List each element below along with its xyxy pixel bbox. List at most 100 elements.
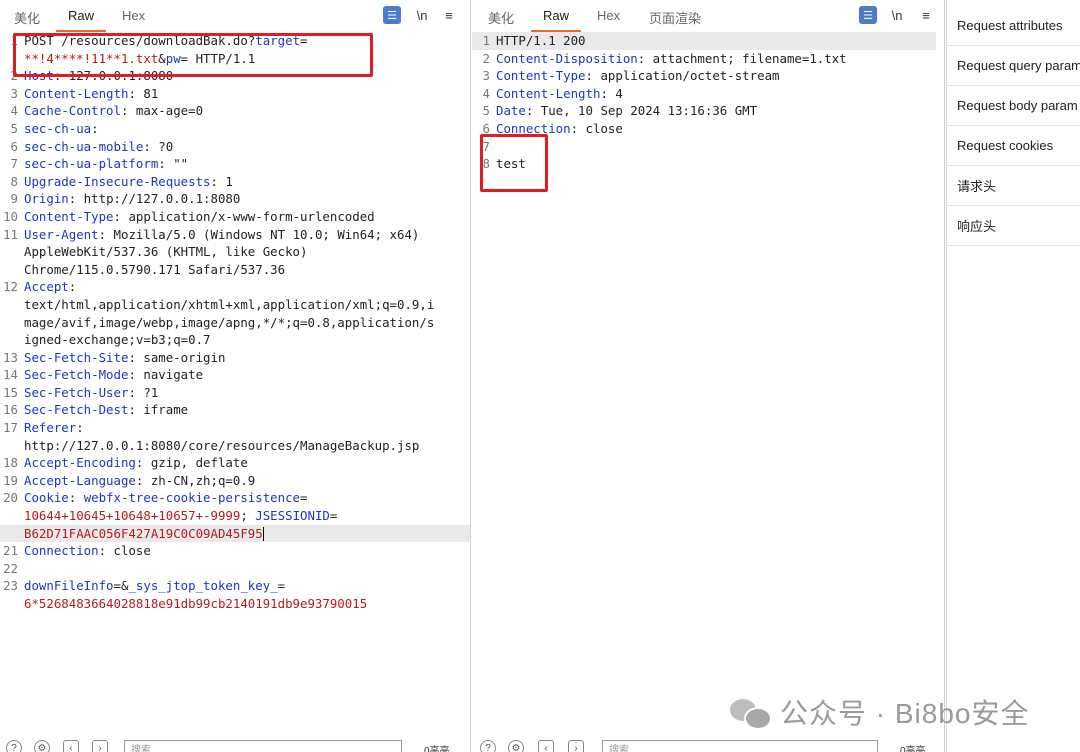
line-number: 3 [10,85,18,101]
token-name: Upgrade-Insecure-Requests [24,173,211,189]
code-line: 8 Upgrade-Insecure-Requests: 1 [0,173,470,191]
token-text: : Mozilla/5.0 (Windows NT 10.0; Win64; x… [98,226,420,242]
request-editor[interactable]: 1 POST /resources/downloadBak.do?target= *… [0,32,470,613]
code-line: 5 sec-ch-ua: [0,120,470,138]
request-tab-raw[interactable]: Raw [55,8,107,32]
inspector-request-body-params[interactable]: Request body param [947,86,1080,126]
line-number: 5 [482,103,490,119]
code-line: 15 Sec-Fetch-User: ?1 [0,384,470,402]
token-text: : application/x-www-form-urlencoded [113,208,375,224]
token-text: = [277,578,286,594]
help-icon[interactable]: ? [480,740,496,752]
line-number: 18 [3,455,18,471]
request-menu-icon[interactable]: ≡ [441,6,457,24]
line-number: 17 [3,420,18,436]
code-line: AppleWebKit/537.36 (KHTML, like Gecko) [0,243,470,261]
token-name: Referer [24,420,77,436]
code-line: 6*5268483664028818e91db99cb2140191db9e93… [0,595,470,613]
request-search-bar: ? ⚙ ‹ › 搜索 0高亮 [0,736,470,752]
response-tab-pretty[interactable]: 美化 [488,8,514,27]
settings-gear-icon[interactable]: ⚙ [34,740,50,752]
token-text: : [68,490,84,506]
request-search-input[interactable]: 搜索 [124,740,402,752]
token-text: mage/avif,image/webp,image/apng,*/*;q=0.… [24,314,435,330]
token-text: : 81 [128,85,159,101]
token-name: Sec-Fetch-Dest [24,402,129,418]
inspector-request-cookies[interactable]: Request cookies [947,126,1080,166]
code-line: 1 HTTP/1.1 200 [472,32,936,50]
token-text: ; [240,508,256,524]
code-line: 10 Content-Type: application/x-www-form-u… [0,208,470,226]
code-line: 9 Origin: http://127.0.0.1:8080 [0,190,470,208]
search-next-icon[interactable]: › [568,740,584,752]
request-pane: 美化 Raw Hex ☰ \n ≡ 1 POST /resources/downl… [0,0,471,752]
token-text: : Tue, 10 Sep 2024 13:16:36 GMT [525,103,758,119]
token-value: B62D71FAAC056F427A19C0C09AD45F95 [24,525,263,541]
line-number: 21 [3,543,18,559]
code-line: 6 sec-ch-ua-mobile: ?0 [0,138,470,156]
token-name: Content-Disposition [496,50,638,66]
request-tab-pretty[interactable]: 美化 [14,8,40,27]
line-number: 2 [482,50,490,66]
line-number: 11 [3,226,18,242]
response-tab-hex[interactable]: Hex [597,8,620,23]
token-name: Accept-Encoding [24,455,136,471]
token-text: : application/octet-stream [585,68,780,84]
token-text: : gzip, deflate [135,455,248,471]
code-line: 3 Content-Length: 81 [0,85,470,103]
show-newlines-toggle[interactable]: \n [412,6,432,24]
wechat-icon [730,697,772,730]
request-tab-hex[interactable]: Hex [122,8,145,23]
code-line: 21 Connection: close [0,542,470,560]
token-name: Content-Type [496,68,586,84]
show-newlines-toggle[interactable]: \n [887,6,907,24]
inspector-request-attributes[interactable]: Request attributes [947,0,1080,46]
token-text: Chrome/115.0.5790.171 Safari/537.36 [24,261,286,277]
code-line: 22 [0,560,470,578]
token-text: = [300,490,308,506]
token-text: http://127.0.0.1:8080/core/resources/Man… [24,437,420,453]
line-number: 22 [3,560,18,576]
token-text: : navigate [128,367,204,383]
token-text: : "" [158,156,189,172]
code-line: igned-exchange;v=b3;q=0.7 [0,331,470,349]
search-prev-icon[interactable]: ‹ [538,740,554,752]
token-name: Accept-Language [24,472,136,488]
search-prev-icon[interactable]: ‹ [63,740,79,752]
line-number: 13 [3,349,18,365]
code-line: 10644+10645+10648+10657+-9999; JSESSIONI… [0,507,470,525]
token-text: =& [113,578,129,594]
code-line: 12 Accept: [0,278,470,296]
code-line: 19 Accept-Language: zh-CN,zh;q=0.9 [0,472,470,490]
token-name: Sec-Fetch-Mode [24,367,129,383]
token-text: : ?0 [143,138,174,154]
token-name: JSESSIONID [255,508,330,524]
response-tab-render[interactable]: 页面渲染 [649,8,701,27]
line-number: 19 [3,472,18,488]
token-text: : same-origin [128,349,226,365]
line-number: 10 [3,208,18,224]
line-number: 12 [3,279,18,295]
line-number: 5 [10,120,18,136]
inspector-response-headers[interactable]: 响应头 [947,206,1080,246]
token-text: : http://127.0.0.1:8080 [68,191,241,207]
token-name: Cache-Control [24,103,121,119]
inspector-panel: Request attributes Request query param R… [946,0,1080,752]
line-number: 14 [3,367,18,383]
token-name: sec-ch-ua-mobile [24,138,144,154]
response-tab-raw[interactable]: Raw [530,8,582,32]
response-menu-icon[interactable]: ≡ [918,6,934,24]
settings-gear-icon[interactable]: ⚙ [508,740,524,752]
token-name: Content-Type [24,208,114,224]
code-line: 11 User-Agent: Mozilla/5.0 (Windows NT 10… [0,226,470,244]
search-next-icon[interactable]: › [92,740,108,752]
wrap-lines-icon[interactable]: ☰ [383,6,401,24]
code-line: 7 sec-ch-ua-platform: "" [0,155,470,173]
code-line: 23 downFileInfo=&_sys_jtop_token_key_= [0,577,470,595]
wrap-lines-icon[interactable]: ☰ [859,6,877,24]
help-icon[interactable]: ? [6,740,22,752]
response-search-input[interactable]: 搜索 [602,740,878,752]
inspector-request-headers[interactable]: 请求头 [947,166,1080,206]
response-tab-bar: 美化 Raw Hex 页面渲染 ☰ \n ≡ [472,0,944,32]
inspector-request-query-params[interactable]: Request query param [947,46,1080,86]
